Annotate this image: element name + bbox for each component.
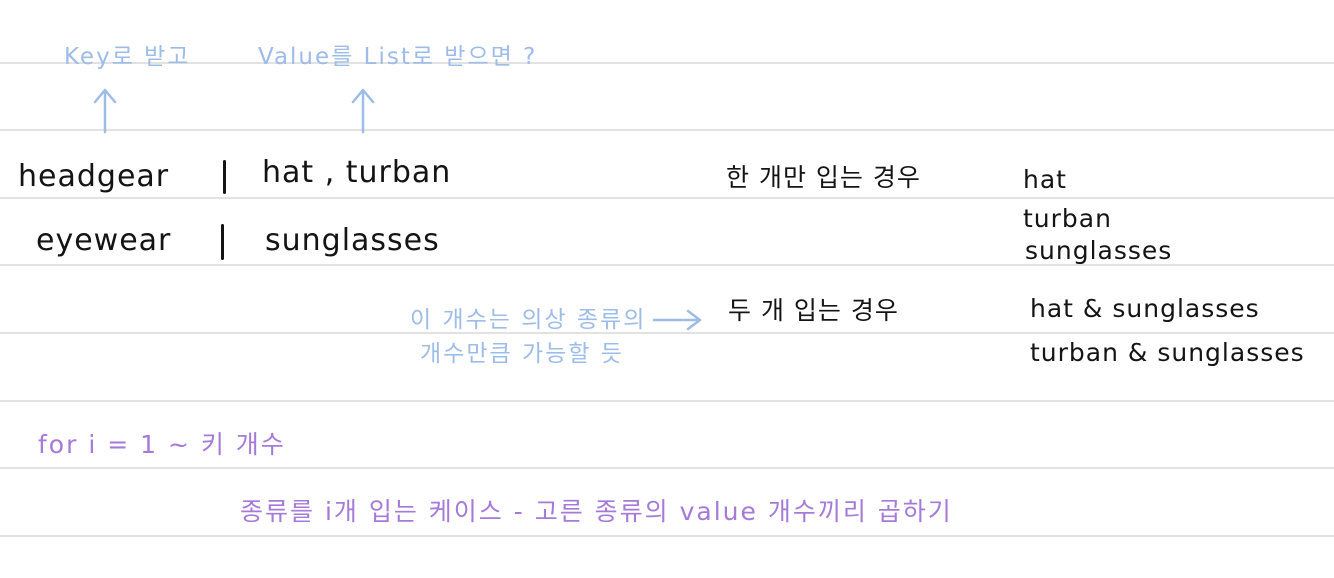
up-arrow-icon xyxy=(93,88,117,134)
ruled-line xyxy=(0,129,1334,131)
key-note: Key로 받고 xyxy=(64,44,191,70)
ruled-line xyxy=(0,197,1334,199)
column-divider xyxy=(221,224,224,260)
value-note: Value를 List로 받으면 ? xyxy=(258,44,538,70)
two-item-case-item: hat & sunglasses xyxy=(1030,294,1260,323)
ruled-line xyxy=(0,400,1334,402)
ruled-line xyxy=(0,467,1334,469)
table-row-values: hat , turban xyxy=(262,155,452,190)
count-note-line: 개수만큼 가능할 듯 xyxy=(420,341,624,367)
loop-line: for i = 1 ~ 키 개수 xyxy=(38,430,286,459)
table-row-key: eyewear xyxy=(36,223,172,258)
one-item-case-label: 한 개만 입는 경우 xyxy=(726,163,921,192)
ruled-line xyxy=(0,535,1334,537)
ruled-line xyxy=(0,62,1334,64)
up-arrow-icon xyxy=(351,88,375,134)
one-item-case-item: turban xyxy=(1023,204,1112,233)
loop-body-line: 종류를 i개 입는 케이스 - 고른 종류의 value 개수끼리 곱하기 xyxy=(240,497,953,526)
table-row-key: headgear xyxy=(18,159,170,194)
two-item-case-label: 두 개 입는 경우 xyxy=(728,296,899,325)
table-row-values: sunglasses xyxy=(265,223,440,258)
one-item-case-item: sunglasses xyxy=(1025,236,1173,265)
one-item-case-item: hat xyxy=(1023,165,1067,194)
right-arrow-icon xyxy=(652,309,702,331)
ruled-line xyxy=(0,332,1334,334)
count-note-line: 이 개수는 의상 종류의 xyxy=(410,307,647,333)
two-item-case-item: turban & sunglasses xyxy=(1030,338,1305,367)
column-divider xyxy=(223,160,226,194)
